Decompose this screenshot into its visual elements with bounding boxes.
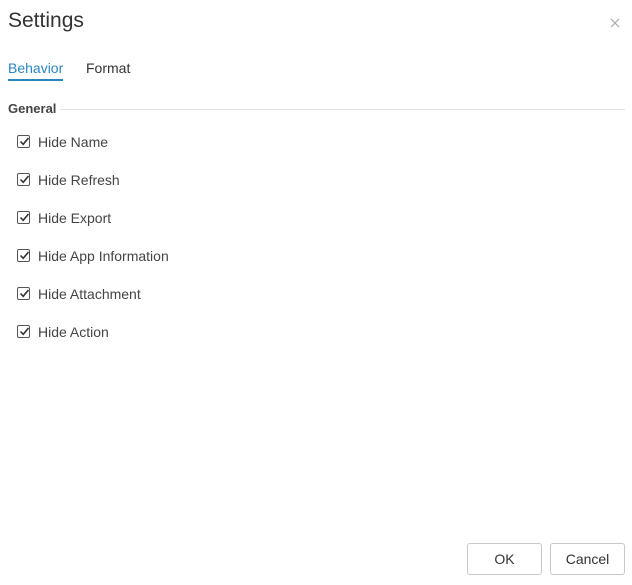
option-label: Hide App Information: [38, 248, 169, 264]
group-title: General: [8, 101, 61, 117]
options-list: Hide Name Hide Refresh Hide Export Hide …: [17, 133, 417, 361]
group-divider: [60, 109, 625, 110]
hide-app-information-checkbox[interactable]: [17, 249, 30, 262]
option-label: Hide Attachment: [38, 286, 141, 302]
option-hide-name[interactable]: Hide Name: [17, 133, 417, 171]
cancel-button[interactable]: Cancel: [550, 543, 625, 575]
option-label: Hide Refresh: [38, 172, 120, 188]
settings-dialog: Settings Behavior Format General Hide Na…: [0, 0, 632, 585]
option-hide-app-information[interactable]: Hide App Information: [17, 247, 417, 285]
option-hide-action[interactable]: Hide Action: [17, 323, 417, 361]
tab-format[interactable]: Format: [86, 59, 130, 77]
tab-behavior[interactable]: Behavior: [8, 59, 64, 81]
option-label: Hide Export: [38, 210, 112, 226]
hide-name-checkbox[interactable]: [17, 135, 30, 148]
option-hide-export[interactable]: Hide Export: [17, 209, 417, 247]
checkmark-icon: [19, 289, 30, 298]
checkmark-icon: [19, 251, 30, 260]
option-label: Hide Name: [38, 134, 109, 150]
hide-attachment-checkbox[interactable]: [17, 287, 30, 300]
hide-export-checkbox[interactable]: [17, 211, 30, 224]
hide-action-checkbox[interactable]: [17, 325, 30, 338]
checkmark-icon: [19, 137, 30, 146]
option-label: Hide Action: [38, 324, 109, 340]
option-hide-attachment[interactable]: Hide Attachment: [17, 285, 417, 323]
checkmark-icon: [19, 175, 30, 184]
group-header-general: General: [8, 100, 625, 118]
close-icon[interactable]: [606, 14, 624, 32]
option-hide-refresh[interactable]: Hide Refresh: [17, 171, 417, 209]
checkmark-icon: [19, 213, 30, 222]
dialog-title: Settings: [8, 9, 84, 32]
ok-button[interactable]: OK: [467, 543, 542, 575]
hide-refresh-checkbox[interactable]: [17, 173, 30, 186]
checkmark-icon: [19, 327, 30, 336]
